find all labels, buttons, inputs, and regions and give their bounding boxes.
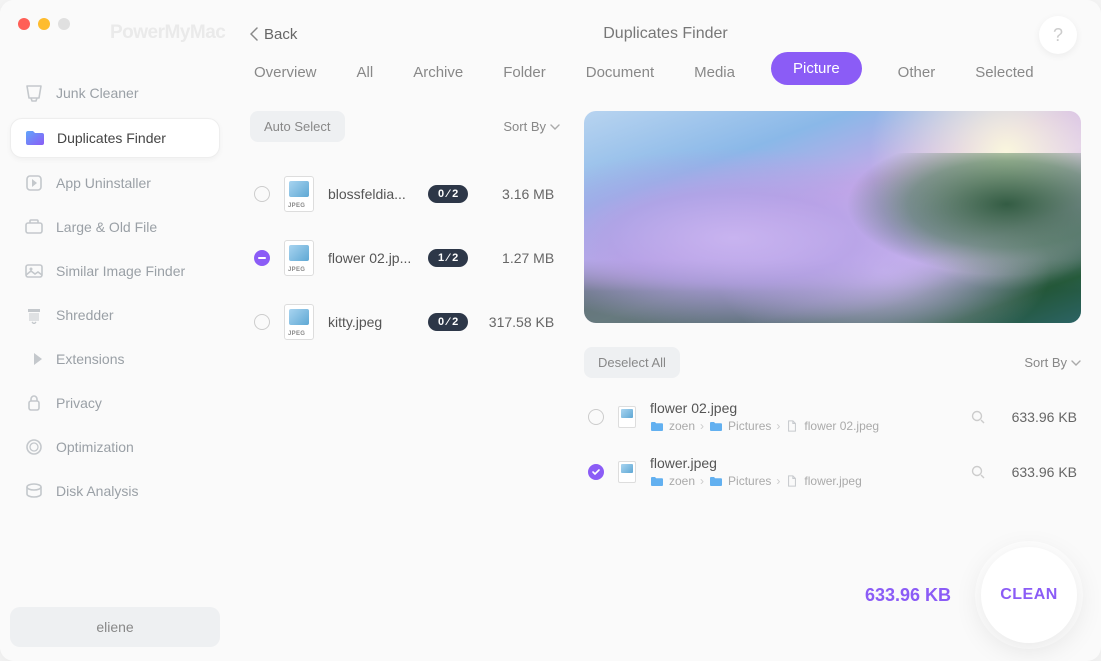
checkbox[interactable]: [588, 464, 604, 480]
duplicate-row[interactable]: flower 02.jpeg zoen›Pictures›flower 02.jp…: [584, 392, 1081, 441]
file-icon: [785, 420, 799, 432]
magnify-icon[interactable]: [971, 465, 985, 479]
file-size: 3.16 MB: [482, 186, 554, 202]
brand: PowerMyMac: [110, 22, 225, 44]
duplicate-path: zoen›Pictures›flower.jpeg: [650, 474, 957, 488]
tab-archive[interactable]: Archive: [409, 52, 467, 93]
sidebar-item-privacy[interactable]: Privacy: [10, 384, 220, 422]
sidebar-item-shredder[interactable]: Shredder: [10, 296, 220, 334]
file-group-row[interactable]: JPEG blossfeldia... 0 ⁄ 2 3.16 MB: [250, 162, 560, 226]
sidebar-item-label: Extensions: [56, 351, 124, 367]
duplicate-size: 633.96 KB: [999, 409, 1077, 425]
sidebar-item-extensions[interactable]: Extensions: [10, 340, 220, 378]
nav-icon: [24, 394, 44, 412]
tab-selected[interactable]: Selected: [971, 52, 1037, 93]
clean-button[interactable]: CLEAN: [981, 547, 1077, 643]
nav-icon: [24, 262, 44, 280]
checkbox[interactable]: [588, 409, 604, 425]
chevron-down-icon: [550, 124, 560, 130]
sidebar-item-large-old-file[interactable]: Large & Old File: [10, 208, 220, 246]
sidebar-item-junk-cleaner[interactable]: Junk Cleaner: [10, 74, 220, 112]
count-badge: 0 ⁄ 2: [428, 185, 468, 203]
sidebar-item-label: Duplicates Finder: [57, 130, 166, 146]
tab-overview[interactable]: Overview: [250, 52, 321, 93]
deselect-all-button[interactable]: Deselect All: [584, 347, 680, 378]
count-badge: 0 ⁄ 2: [428, 313, 468, 331]
file-thumb: JPEG: [284, 240, 314, 276]
nav-icon: [25, 129, 45, 147]
tab-picture[interactable]: Picture: [771, 52, 862, 85]
folder-icon: [709, 420, 723, 432]
file-group-row[interactable]: JPEG flower 02.jp... 1 ⁄ 2 1.27 MB: [250, 226, 560, 290]
duplicate-name: flower 02.jpeg: [650, 400, 957, 416]
user-account[interactable]: eliene: [10, 607, 220, 647]
sort-by-dropdown-right[interactable]: Sort By: [1024, 355, 1081, 370]
file-thumb: JPEG: [284, 176, 314, 212]
chevron-down-icon: [1071, 360, 1081, 366]
sidebar-item-label: Optimization: [56, 439, 134, 455]
back-button[interactable]: Back: [250, 26, 297, 43]
minimize-dot[interactable]: [38, 18, 50, 30]
sidebar-item-label: Disk Analysis: [56, 483, 138, 499]
nav-icon: [24, 306, 44, 324]
duplicate-row[interactable]: flower.jpeg zoen›Pictures›flower.jpeg 633.…: [584, 447, 1081, 496]
count-badge: 1 ⁄ 2: [428, 249, 468, 267]
sidebar-item-label: Privacy: [56, 395, 102, 411]
checkbox[interactable]: [254, 186, 270, 202]
nav-icon: [24, 350, 44, 368]
file-thumb: JPEG: [284, 304, 314, 340]
duplicate-size: 633.96 KB: [999, 464, 1077, 480]
tab-all[interactable]: All: [353, 52, 378, 93]
duplicate-name: flower.jpeg: [650, 455, 957, 471]
nav-icon: [24, 174, 44, 192]
maximize-dot[interactable]: [58, 18, 70, 30]
total-size: 633.96 KB: [865, 585, 951, 606]
file-thumb: [618, 461, 636, 483]
sidebar-item-optimization[interactable]: Optimization: [10, 428, 220, 466]
tab-other[interactable]: Other: [894, 52, 940, 93]
sidebar-item-label: App Uninstaller: [56, 175, 151, 191]
sidebar-item-label: Junk Cleaner: [56, 85, 139, 101]
page-title: Duplicates Finder: [603, 25, 728, 43]
sidebar-item-label: Similar Image Finder: [56, 263, 185, 279]
tab-folder[interactable]: Folder: [499, 52, 550, 93]
folder-icon: [709, 475, 723, 487]
file-icon: [785, 475, 799, 487]
close-dot[interactable]: [18, 18, 30, 30]
file-group-row[interactable]: JPEG kitty.jpeg 0 ⁄ 2 317.58 KB: [250, 290, 560, 354]
file-size: 1.27 MB: [482, 250, 554, 266]
tab-document[interactable]: Document: [582, 52, 658, 93]
chevron-left-icon: [250, 27, 258, 41]
nav-icon: [24, 438, 44, 456]
nav-icon: [24, 218, 44, 236]
nav-icon: [24, 84, 44, 102]
nav-icon: [24, 482, 44, 500]
sidebar-item-label: Large & Old File: [56, 219, 157, 235]
sidebar-item-disk-analysis[interactable]: Disk Analysis: [10, 472, 220, 510]
checkbox[interactable]: [254, 314, 270, 330]
sidebar-item-similar-image-finder[interactable]: Similar Image Finder: [10, 252, 220, 290]
magnify-icon[interactable]: [971, 410, 985, 424]
file-name: flower 02.jp...: [328, 250, 414, 266]
sidebar-item-app-uninstaller[interactable]: App Uninstaller: [10, 164, 220, 202]
preview-image: [584, 111, 1081, 323]
file-thumb: [618, 406, 636, 428]
file-name: blossfeldia...: [328, 186, 414, 202]
sort-by-dropdown-left[interactable]: Sort By: [503, 119, 560, 134]
duplicate-path: zoen›Pictures›flower 02.jpeg: [650, 419, 957, 433]
sidebar-item-label: Shredder: [56, 307, 114, 323]
sidebar-item-duplicates-finder[interactable]: Duplicates Finder: [10, 118, 220, 158]
file-size: 317.58 KB: [482, 314, 554, 330]
file-name: kitty.jpeg: [328, 314, 414, 330]
tab-media[interactable]: Media: [690, 52, 739, 93]
folder-icon: [650, 475, 664, 487]
help-button[interactable]: ?: [1039, 16, 1077, 54]
folder-icon: [650, 420, 664, 432]
checkbox[interactable]: [254, 250, 270, 266]
auto-select-button[interactable]: Auto Select: [250, 111, 345, 142]
